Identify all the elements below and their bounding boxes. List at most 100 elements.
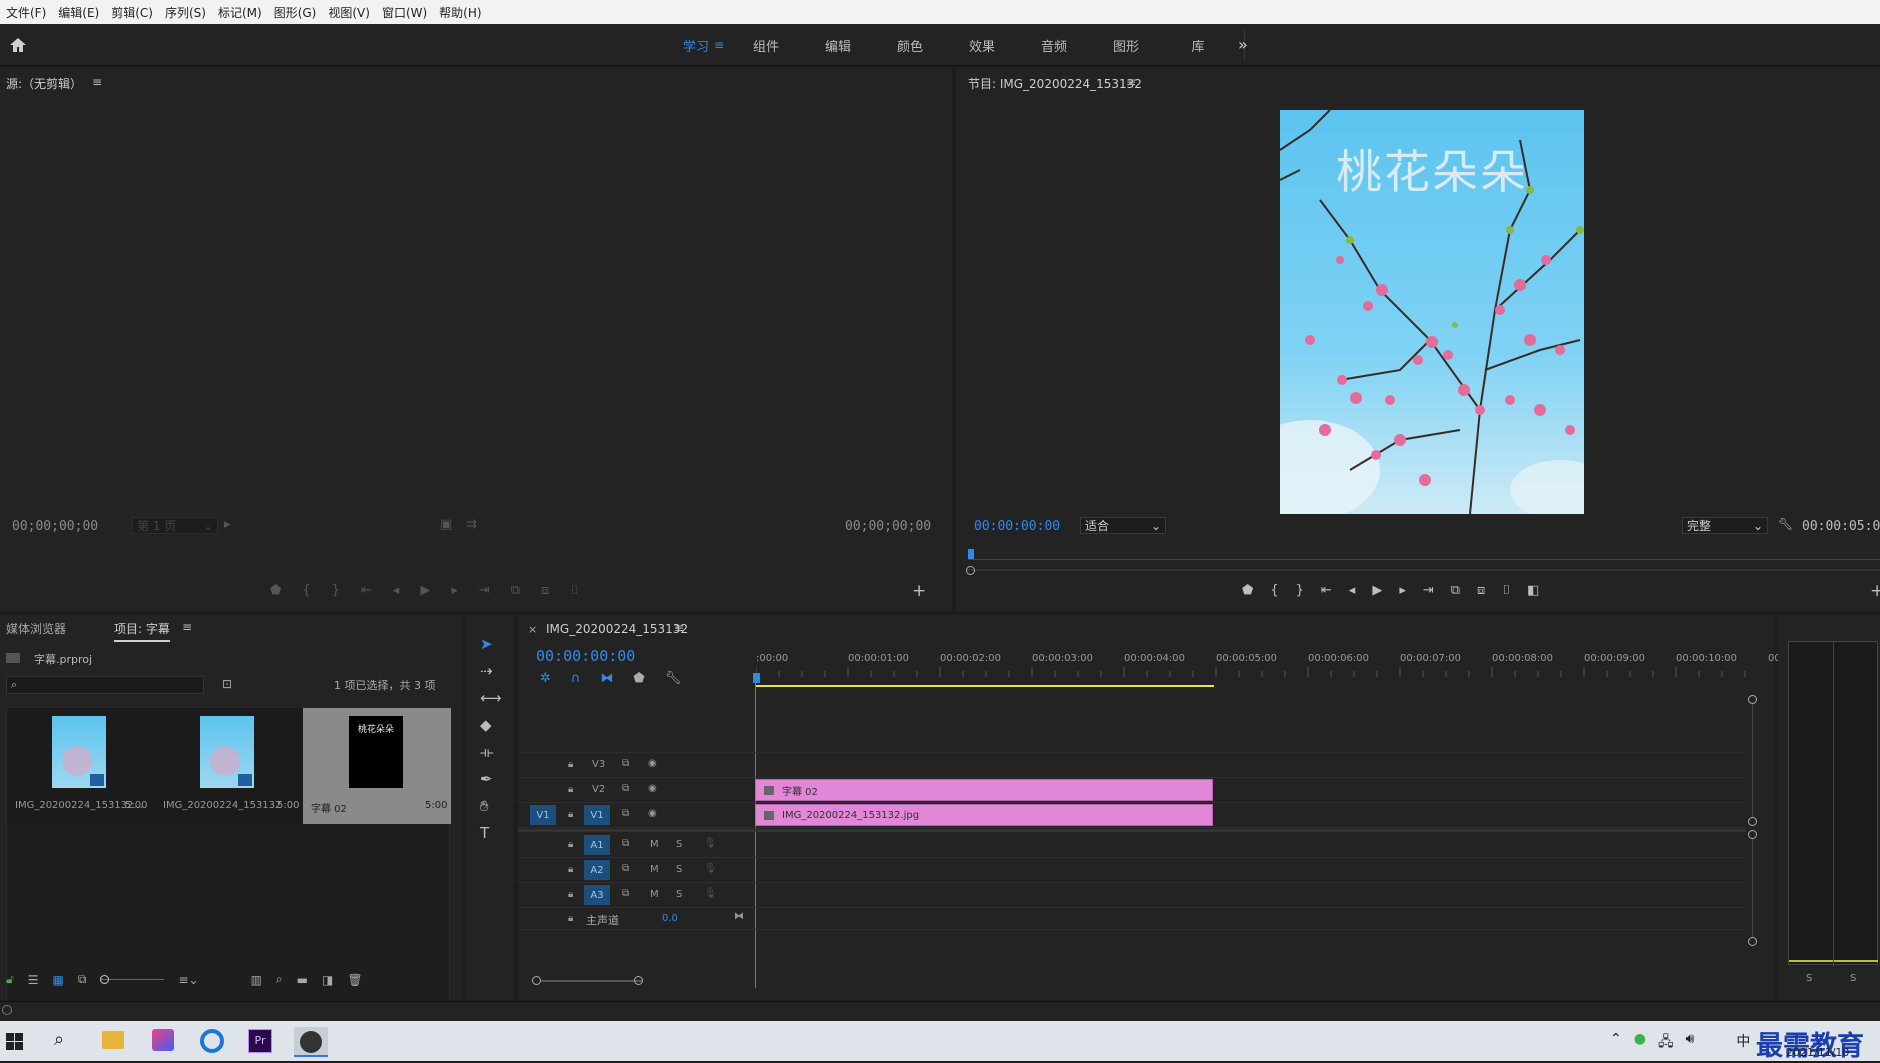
mark-in-icon[interactable]: { [302,583,310,598]
hand-tool-icon[interactable]: ✋︎ [480,797,502,815]
chevron-up-icon[interactable]: ⌃ [1610,1031,1622,1055]
file-explorer-icon[interactable] [102,1031,124,1049]
source-timecode[interactable]: 00;00;00;00 [12,519,98,534]
menu-item-7[interactable]: 窗口(W) [376,4,433,21]
solo-left-button[interactable]: S [1806,973,1812,984]
panel-menu-icon[interactable]: ≡ [92,75,102,89]
freeform-view-icon[interactable]: ⧉ [78,972,87,987]
workspace-tab-6[interactable]: 图形 [1090,36,1162,55]
horizontal-zoom-bar[interactable] [532,975,1748,987]
menu-item-4[interactable]: 标记(M) [212,4,268,21]
go-to-end-icon[interactable]: ⧓ [734,911,744,922]
list-view-icon[interactable]: ☰ [28,973,39,987]
step-back-icon[interactable]: ◂ [1349,583,1356,598]
input-method-icon[interactable]: 中 [1736,1031,1750,1055]
project-item[interactable]: IMG_20200224_153132... 5:00 [7,708,155,824]
workspace-more-button[interactable]: » [1238,35,1248,54]
extract-icon[interactable]: ⧈ [1477,583,1485,598]
razor-tool-icon[interactable]: ◆ [480,716,502,734]
selection-tool-icon[interactable]: ➤ [480,635,502,653]
sync-lock-icon[interactable]: ⧉ [622,838,629,849]
tab-media-browser[interactable]: 媒体浏览器 [6,620,66,637]
menu-item-6[interactable]: 视图(V) [322,4,376,21]
menu-item-0[interactable]: 文件(F) [0,4,52,21]
sort-icon[interactable]: ≡⌄ [178,973,198,987]
panel-menu-icon[interactable]: ≡ [1126,75,1136,89]
network-icon[interactable]: 🖧︎ [1658,1031,1674,1055]
quality-select[interactable]: 完整 ⌄ [1682,517,1768,534]
new-bin-icon[interactable]: ▬ [297,973,308,987]
video-audio-divider[interactable] [518,829,1746,832]
insert-icon[interactable]: ⧉ [511,583,520,598]
lock-icon[interactable]: 🔒︎ [568,759,573,770]
track-target-a3[interactable]: A3 [584,885,610,905]
find-icon[interactable]: ⌕ [276,972,283,987]
solo-button[interactable]: S [676,889,682,900]
step-forward-icon[interactable]: ▸ [1399,583,1406,598]
mute-button[interactable]: M [650,889,659,900]
tray-app-icon[interactable]: ● [1634,1031,1646,1055]
sync-lock-icon[interactable]: ⧉ [622,808,629,819]
mute-button[interactable]: M [650,864,659,875]
pen-tool-icon[interactable]: ✒︎ [480,770,502,788]
mark-out-icon[interactable]: } [1296,583,1304,598]
wrench-icon[interactable]: 🔧︎ [1778,517,1793,531]
trash-icon[interactable]: 🗑︎ [347,973,362,987]
ripple-edit-tool-icon[interactable]: ⟷ [480,689,502,707]
workspace-tab-4[interactable]: 效果 [946,36,1018,55]
track-target-a2[interactable]: A2 [584,860,610,880]
project-item-selected[interactable]: 桃花朵朵 字幕 02 5:00 [303,708,451,824]
play-icon[interactable]: ▶ [420,583,430,598]
close-icon[interactable]: × [528,623,537,636]
search-icon[interactable]: ⌕ [54,1029,64,1050]
workspace-tab-5[interactable]: 音频 [1018,36,1090,55]
intellij-icon[interactable] [152,1029,174,1051]
mark-in-icon[interactable]: { [1270,583,1278,598]
work-area-bar[interactable] [756,685,1214,687]
eye-icon[interactable]: ◉ [648,758,657,769]
time-ruler[interactable]: :00:00 00:00:01:00 00:00:02:00 00:00:03:00 0… [753,645,1781,687]
lock-icon[interactable]: 🔓︎ [6,972,14,987]
lock-icon[interactable]: 🔒︎ [568,784,573,795]
sync-lock-icon[interactable]: ⧉ [622,758,629,769]
lock-icon[interactable]: 🔒︎ [568,889,573,900]
marker-icon[interactable]: ⬟ [1242,583,1253,598]
microphone-icon[interactable]: 🎙︎ [704,888,717,899]
vertical-scroll[interactable] [1748,695,1757,995]
menu-item-3[interactable]: 序列(S) [159,4,212,21]
timeline-clip[interactable]: IMG_20200224_153132.jpg [755,804,1213,826]
eye-icon[interactable]: ◉ [648,808,657,819]
source-page-select[interactable]: 第 1 页 ⌄ [132,517,218,534]
go-to-out-icon[interactable]: ⇥ [479,583,490,598]
lock-icon[interactable]: 🔒︎ [568,839,573,850]
go-to-in-icon[interactable]: ⇤ [1321,583,1332,598]
settings-wrench-icon[interactable]: 🔧︎ [665,671,682,686]
step-forward-icon[interactable]: ▸ [451,583,458,598]
timeline-timecode[interactable]: 00:00:00:00 [536,647,635,665]
menu-item-1[interactable]: 编辑(E) [52,4,105,21]
menu-item-2[interactable]: 剪辑(C) [105,4,159,21]
panel-menu-icon[interactable]: ≡ [182,620,192,634]
sync-lock-icon[interactable]: ⧉ [622,888,629,899]
lock-icon[interactable]: 🔒︎ [568,864,573,875]
workspace-tab-7[interactable]: 库 [1162,36,1234,55]
marker-icon[interactable]: ⬟ [270,583,281,598]
new-item-icon[interactable]: ◨ [322,973,333,987]
add-button-icon[interactable]: + [1870,581,1880,601]
mark-out-icon[interactable]: } [332,583,340,598]
master-volume[interactable]: 0.0 [662,913,678,924]
menu-item-5[interactable]: 图形(G) [268,4,323,21]
timeline-tab[interactable]: IMG_20200224_153132 [546,622,688,636]
tab-project[interactable]: 项目: 字幕 [114,620,170,642]
step-back-icon[interactable]: ◂ [393,583,400,598]
taskbar-active-app[interactable] [294,1027,328,1057]
eye-icon[interactable]: ◉ [648,783,657,794]
new-bin-from-search-icon[interactable]: ⊡ [222,677,232,691]
snap-icon[interactable]: ∩ [571,671,581,686]
lock-icon[interactable]: 🔒︎ [568,809,573,820]
automate-icon[interactable]: ▥ [251,973,262,987]
icon-view-icon[interactable]: ▦ [53,973,64,987]
menu-item-8[interactable]: 帮助(H) [433,4,487,21]
solo-button[interactable]: S [676,864,682,875]
fit-select[interactable]: 适合 ⌄ [1080,517,1166,534]
